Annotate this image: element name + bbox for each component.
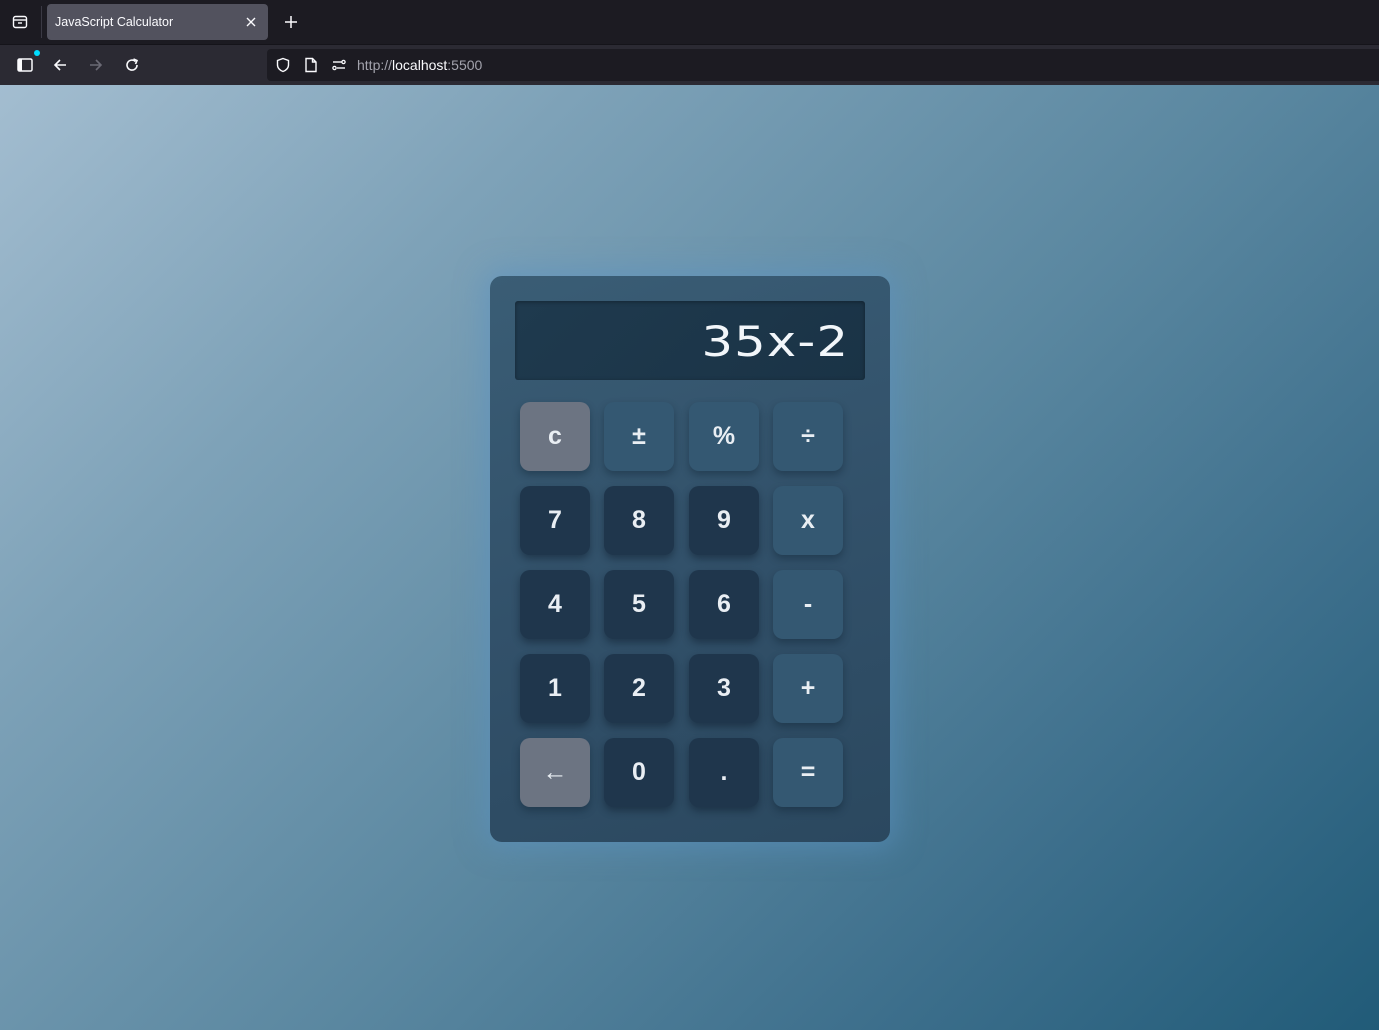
digit-1-key[interactable]: 1 [520,654,590,723]
digit-5-key[interactable]: 5 [604,570,674,639]
page-icon[interactable] [301,55,321,75]
sidebar-icon[interactable] [12,50,40,78]
equals-key[interactable]: = [773,738,843,807]
divide-key[interactable]: ÷ [773,402,843,471]
plus-icon[interactable] [279,10,303,34]
decimal-key[interactable]: . [689,738,759,807]
digit-7-key[interactable]: 7 [520,486,590,555]
notification-dot [34,50,40,56]
subtract-key[interactable]: - [773,570,843,639]
tab-bar: JavaScript Calculator [0,0,1379,44]
url-host: localhost [392,57,448,73]
display-value: 35x-2 [701,317,849,366]
url-port: :5500 [447,57,483,73]
backspace-key[interactable]: ← [520,738,590,807]
clear-key[interactable]: c [520,402,590,471]
permissions-icon[interactable] [329,55,349,75]
navigation-bar: http://localhost:5500 [0,44,1379,85]
close-icon[interactable] [242,13,260,31]
tab-list-icon[interactable] [8,10,32,34]
digit-9-key[interactable]: 9 [689,486,759,555]
shield-icon[interactable] [273,55,293,75]
back-arrow-icon[interactable] [47,52,73,78]
add-key[interactable]: + [773,654,843,723]
percent-key[interactable]: % [689,402,759,471]
page-viewport: 35x-2 c ±% ÷ 7 8 9 x 4 5 6- 1 2 3 + ← 0. = [0,85,1379,1030]
url-text[interactable]: http://localhost:5500 [357,57,482,73]
url-scheme: http:// [357,57,393,73]
tab-separator [41,6,42,38]
url-bar[interactable]: http://localhost:5500 [267,49,1379,81]
digit-2-key[interactable]: 2 [604,654,674,723]
digit-0-key[interactable]: 0 [604,738,674,807]
calculator-display: 35x-2 [515,301,865,380]
digit-4-key[interactable]: 4 [520,570,590,639]
digit-6-key[interactable]: 6 [689,570,759,639]
reload-icon[interactable] [119,52,145,78]
tab-active[interactable]: JavaScript Calculator [47,4,268,40]
digit-3-key[interactable]: 3 [689,654,759,723]
multiply-key[interactable]: x [773,486,843,555]
calculator: 35x-2 c ±% ÷ 7 8 9 x 4 5 6- 1 2 3 + ← 0. = [490,276,890,842]
tab-title: JavaScript Calculator [55,15,174,29]
digit-8-key[interactable]: 8 [604,486,674,555]
forward-arrow-icon[interactable] [83,52,109,78]
sign-toggle-key[interactable]: ± [604,402,674,471]
